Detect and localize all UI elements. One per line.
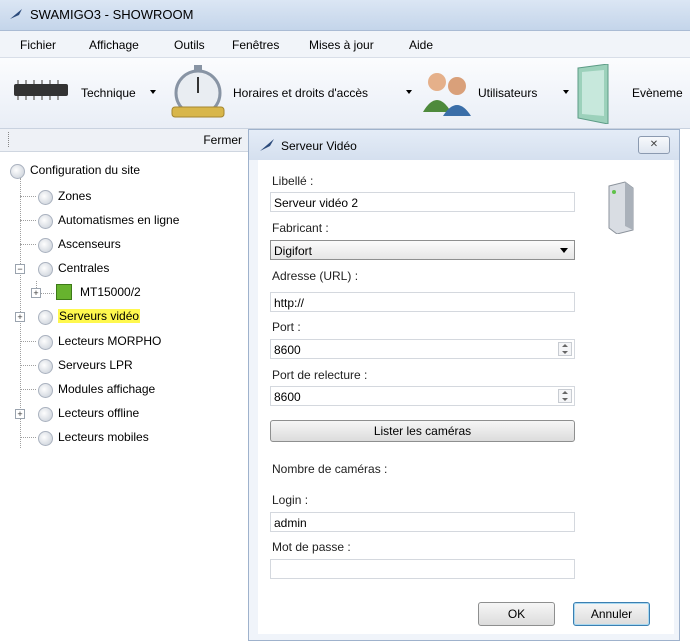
- chip-icon: [14, 80, 68, 100]
- dialog-title: Serveur Vidéo: [281, 139, 357, 153]
- tree-line: [20, 389, 36, 390]
- chevron-down-icon: [563, 90, 569, 94]
- node-icon: [38, 407, 53, 422]
- node-icon: [38, 431, 53, 446]
- close-panel-button[interactable]: Fermer: [203, 133, 242, 147]
- server-icon: [608, 181, 634, 234]
- dialog-title-bar: Serveur Vidéo: [249, 130, 679, 160]
- port-stepper[interactable]: [558, 342, 572, 356]
- panel-header: Fermer: [0, 129, 248, 152]
- panel-grip[interactable]: [8, 132, 11, 147]
- password-input[interactable]: [270, 559, 575, 579]
- toolbar-technique-button[interactable]: Technique: [0, 58, 156, 128]
- close-icon: ✕: [649, 139, 659, 150]
- url-input[interactable]: http://: [270, 292, 575, 312]
- tree-item-label: Lecteurs mobiles: [58, 430, 149, 444]
- login-input[interactable]: admin: [270, 512, 575, 532]
- port-value: 8600: [274, 343, 301, 357]
- users-icon: [423, 73, 471, 116]
- node-icon: [10, 164, 25, 179]
- menu-bar: Fichier Affichage Outils Fenêtres Mises …: [0, 31, 690, 58]
- chevron-down-icon: [406, 90, 412, 94]
- tree-item-label: Automatismes en ligne: [58, 213, 180, 227]
- node-icon: [38, 190, 53, 205]
- menu-fichier[interactable]: Fichier: [20, 38, 56, 52]
- window-title-bar: SWAMIGO3 - SHOWROOM: [0, 0, 690, 31]
- camera-count-label: Nombre de caméras :: [272, 462, 388, 476]
- toolbar-technique-label: Technique: [81, 86, 136, 100]
- relecture-label: Port de relecture :: [272, 368, 368, 382]
- node-icon: [38, 310, 53, 325]
- toolbar: Technique Horaires et droits d'accès Uti…: [0, 58, 690, 129]
- ok-button[interactable]: OK: [478, 602, 555, 626]
- tree-line: [20, 244, 36, 245]
- expand-toggle[interactable]: +: [15, 312, 25, 322]
- tree-item-label: Centrales: [58, 261, 110, 275]
- dialog-close-button[interactable]: ✕: [638, 136, 670, 154]
- tree-item-label: Serveurs LPR: [58, 358, 133, 372]
- port-input[interactable]: 8600: [270, 339, 575, 359]
- stopwatch-icon: [171, 65, 225, 118]
- tree-line: [20, 437, 36, 438]
- toolbar-evenements-label: Evèneme: [632, 86, 683, 100]
- toolbar-utilisateurs-button[interactable]: Utilisateurs: [417, 58, 572, 128]
- tree-item-label: Modules affichage: [58, 382, 156, 396]
- toolbar-horaires-button[interactable]: Horaires et droits d'accès: [164, 58, 417, 128]
- tree-item-label: Lecteurs MORPHO: [58, 334, 162, 348]
- controller-icon: [56, 284, 72, 300]
- port-label: Port :: [272, 320, 301, 334]
- tree-line: [20, 365, 36, 366]
- event-panel-icon: [577, 64, 609, 124]
- chevron-down-icon: [150, 90, 156, 94]
- toolbar-utilisateurs-label: Utilisateurs: [478, 86, 538, 100]
- toolbar-evenements-button[interactable]: Evèneme: [572, 58, 690, 128]
- app-title: SWAMIGO3 - SHOWROOM: [30, 7, 194, 22]
- node-icon: [38, 335, 53, 350]
- libelle-label: Libellé :: [272, 174, 314, 188]
- tree-item-label: MT15000/2: [80, 285, 141, 299]
- fabricant-label: Fabricant :: [272, 221, 329, 235]
- node-icon: [38, 214, 53, 229]
- tree-line: [20, 196, 36, 197]
- menu-mises-a-jour[interactable]: Mises à jour: [309, 38, 374, 52]
- tree-line: [20, 341, 36, 342]
- chevron-down-icon: [560, 248, 568, 253]
- app-feather-icon: [10, 9, 22, 19]
- menu-outils[interactable]: Outils: [174, 38, 205, 52]
- menu-fenetres[interactable]: Fenêtres: [232, 38, 279, 52]
- url-label: Adresse (URL) :: [272, 269, 359, 283]
- fabricant-value: Digifort: [274, 244, 313, 258]
- node-icon: [38, 383, 53, 398]
- tree-item-label: Serveurs vidéo: [58, 309, 141, 323]
- libelle-input[interactable]: Serveur vidéo 2: [270, 192, 575, 212]
- fabricant-select[interactable]: Digifort: [270, 240, 575, 260]
- menu-affichage[interactable]: Affichage: [89, 38, 139, 52]
- app-feather-icon: [260, 139, 274, 151]
- expand-toggle[interactable]: +: [31, 288, 41, 298]
- tree-item-label: Lecteurs offline: [58, 406, 140, 420]
- toolbar-horaires-label: Horaires et droits d'accès: [233, 86, 369, 100]
- relecture-stepper[interactable]: [558, 389, 572, 403]
- relecture-input[interactable]: 8600: [270, 386, 575, 406]
- tree-line: [20, 220, 36, 221]
- relecture-value: 8600: [274, 390, 301, 404]
- menu-aide[interactable]: Aide: [409, 38, 433, 52]
- login-label: Login :: [272, 493, 309, 507]
- tree-item-label: Zones: [58, 189, 92, 203]
- tree-item-label: Ascenseurs: [58, 237, 121, 251]
- tree-item-label: Configuration du site: [30, 163, 141, 177]
- collapse-toggle[interactable]: −: [15, 264, 25, 274]
- password-label: Mot de passe :: [272, 540, 351, 554]
- node-icon: [38, 359, 53, 374]
- cancel-button[interactable]: Annuler: [573, 602, 650, 626]
- expand-toggle[interactable]: +: [15, 409, 25, 419]
- list-cameras-button[interactable]: Lister les caméras: [270, 420, 575, 442]
- node-icon: [38, 262, 53, 277]
- node-icon: [38, 238, 53, 253]
